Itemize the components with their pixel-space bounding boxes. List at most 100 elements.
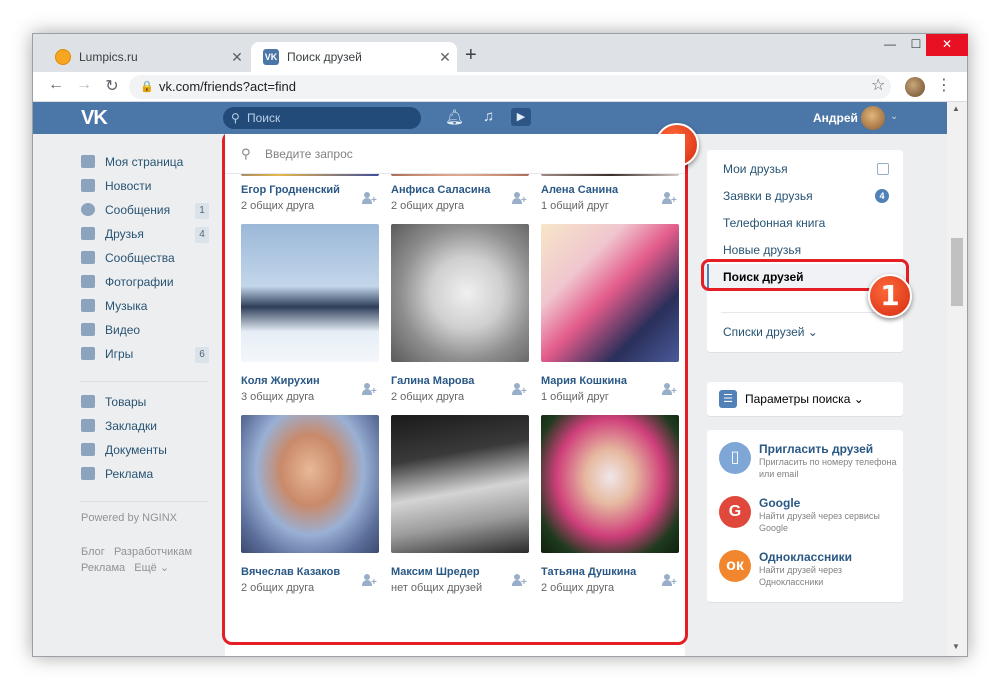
sidebar-item-label: Сообщества — [105, 251, 175, 265]
sidebar-item-label: Фотографии — [105, 275, 174, 289]
invite-desc: Найти друзей через Одноклассники — [759, 565, 843, 587]
invite-title[interactable]: Одноклассники — [759, 550, 852, 564]
avatar[interactable] — [861, 106, 885, 130]
gamepad-icon — [81, 347, 95, 360]
bag-icon — [81, 395, 95, 408]
tab-title: Lumpics.ru — [79, 50, 138, 64]
search-placeholder: Введите запрос — [265, 147, 353, 161]
sidebar-item-messages[interactable]: Сообщения 1 — [79, 198, 209, 222]
sidebar-item-friends[interactable]: Друзья 4 — [79, 222, 209, 246]
news-icon — [81, 179, 95, 192]
vk-logo[interactable]: VK — [81, 107, 108, 130]
sidebar-item-documents[interactable]: Документы — [79, 438, 209, 462]
ok-icon: ок — [719, 550, 751, 582]
count-badge: 4 — [195, 227, 209, 243]
play-icon[interactable]: ▶ — [511, 108, 531, 126]
tab-close-icon[interactable]: ✕ — [225, 49, 249, 66]
invite-block: ▯ Пригласить друзей Пригласить по номеру… — [707, 430, 903, 602]
forward-arrow-icon[interactable]: → — [73, 76, 95, 94]
footer-link-more[interactable]: Ещё ⌄ — [134, 562, 169, 574]
users-icon — [81, 251, 95, 264]
sidebar-item-news[interactable]: Новости — [79, 174, 209, 198]
google-icon: G — [719, 496, 751, 528]
search-input[interactable]: ⚲ Введите запрос — [225, 134, 685, 174]
bookmark-star-icon[interactable]: ☆ — [871, 75, 885, 95]
page-body: Моя страница Новости Сообщения 1 Друзья 4 … — [33, 134, 947, 656]
music-icon[interactable]: ♫ — [483, 108, 494, 125]
sidebar-item-bookmarks[interactable]: Закладки — [79, 414, 209, 438]
footer-link-developers[interactable]: Разработчикам — [114, 546, 192, 558]
new-tab-button[interactable]: + — [465, 44, 477, 67]
vk-header: VK ⚲ Поиск 🔔︎ ♫ ▶ Андрей ⌄ — [33, 102, 947, 134]
menu-divider — [721, 312, 889, 313]
invite-title[interactable]: Google — [759, 496, 800, 510]
chevron-down-icon[interactable]: ⌄ — [890, 111, 898, 122]
scroll-down-icon[interactable]: ▼ — [952, 642, 960, 651]
sidebar-item-label: Товары — [105, 395, 147, 409]
sidebar-item-video[interactable]: Видео — [79, 318, 209, 342]
menu-item-friend-lists[interactable]: Списки друзей ⌄ — [707, 319, 903, 345]
video-icon — [81, 323, 95, 336]
browser-window: Lumpics.ru ✕ VK Поиск друзей ✕ + — ☐ ✕ ←… — [32, 33, 968, 657]
footer-links: Блог Разработчикам — [79, 544, 209, 560]
sidebar-item-label: Видео — [105, 323, 141, 337]
invite-desc: Пригласить по номеру телефона или email — [759, 457, 897, 479]
calendar-icon[interactable] — [877, 163, 889, 175]
search-icon: ⚲ — [231, 111, 240, 125]
sidebar-item-label: Моя страница — [105, 155, 184, 169]
camera-icon — [81, 275, 95, 288]
sidebar-item-label: Игры — [105, 347, 134, 361]
invite-title[interactable]: Пригласить друзей — [759, 442, 873, 456]
profile-avatar[interactable] — [905, 77, 925, 97]
sidebar-item-music[interactable]: Музыка — [79, 294, 209, 318]
sidebar-divider — [79, 366, 209, 382]
powered-by: Powered by NGINX — [81, 512, 177, 524]
tab-close-icon[interactable]: ✕ — [433, 49, 457, 66]
sidebar-item-goods[interactable]: Товары — [79, 390, 209, 414]
sidebar-divider — [79, 486, 209, 502]
sidebar-item-label: Реклама — [105, 467, 154, 481]
vk-favicon: VK — [263, 49, 279, 65]
scroll-up-icon[interactable]: ▲ — [952, 104, 960, 113]
footer-link-ads[interactable]: Реклама — [81, 562, 125, 574]
menu-dots-icon[interactable]: ⋮ — [936, 75, 952, 95]
footer-link-blog[interactable]: Блог — [81, 546, 105, 558]
sidebar-item-photos[interactable]: Фотографии — [79, 270, 209, 294]
search-params-label: Параметры поиска ⌄ — [745, 392, 864, 406]
sidebar-item-games[interactable]: Игры 6 — [79, 342, 209, 366]
menu-item-label: Новые друзья — [723, 243, 802, 257]
sidebar-item-ads[interactable]: Реклама — [79, 462, 209, 486]
vk-search-input[interactable]: ⚲ Поиск — [223, 107, 421, 129]
url-text: vk.com/friends?act=find — [159, 79, 296, 94]
close-window-button[interactable]: ✕ — [926, 34, 968, 56]
header-user-name[interactable]: Андрей — [813, 111, 858, 125]
scroll-thumb[interactable] — [951, 238, 963, 306]
menu-item-phone-book[interactable]: Телефонная книга — [707, 210, 903, 236]
page-scrollbar[interactable]: ▲ ▼ — [947, 102, 967, 656]
sidebar-item-label: Закладки — [105, 419, 157, 433]
sidebar-item-label: Документы — [105, 443, 167, 457]
tab-lumpics[interactable]: Lumpics.ru ✕ — [43, 42, 249, 72]
phone-icon: ▯ — [719, 442, 751, 474]
search-params-button[interactable]: ☰ Параметры поиска ⌄ — [707, 382, 903, 416]
tab-strip: Lumpics.ru ✕ VK Поиск друзей ✕ + — ☐ ✕ — [33, 34, 968, 72]
menu-item-friend-requests[interactable]: Заявки в друзья 4 — [707, 183, 903, 209]
back-arrow-icon[interactable]: ← — [45, 76, 67, 94]
sidebar-item-my-page[interactable]: Моя страница — [79, 150, 209, 174]
reload-icon[interactable]: ↻ — [101, 76, 123, 96]
address-bar[interactable]: 🔒 vk.com/friends?act=find — [129, 75, 891, 99]
menu-item-my-friends[interactable]: Мои друзья — [707, 156, 903, 182]
bell-icon[interactable]: 🔔︎ — [445, 108, 464, 126]
invite-desc: Найти друзей через сервисы Google — [759, 511, 880, 533]
star-icon — [81, 419, 95, 432]
search-icon: ⚲ — [241, 146, 251, 161]
sliders-icon: ☰ — [719, 390, 737, 408]
home-icon — [81, 155, 95, 168]
sidebar-item-communities[interactable]: Сообщества — [79, 246, 209, 270]
tab-friends-search[interactable]: VK Поиск друзей ✕ — [251, 42, 457, 72]
tab-title: Поиск друзей — [287, 50, 362, 64]
count-badge: 4 — [875, 189, 889, 203]
menu-item-label: Мои друзья — [723, 162, 788, 176]
music-note-icon — [81, 299, 95, 312]
sidebar-item-label: Сообщения — [105, 203, 171, 217]
